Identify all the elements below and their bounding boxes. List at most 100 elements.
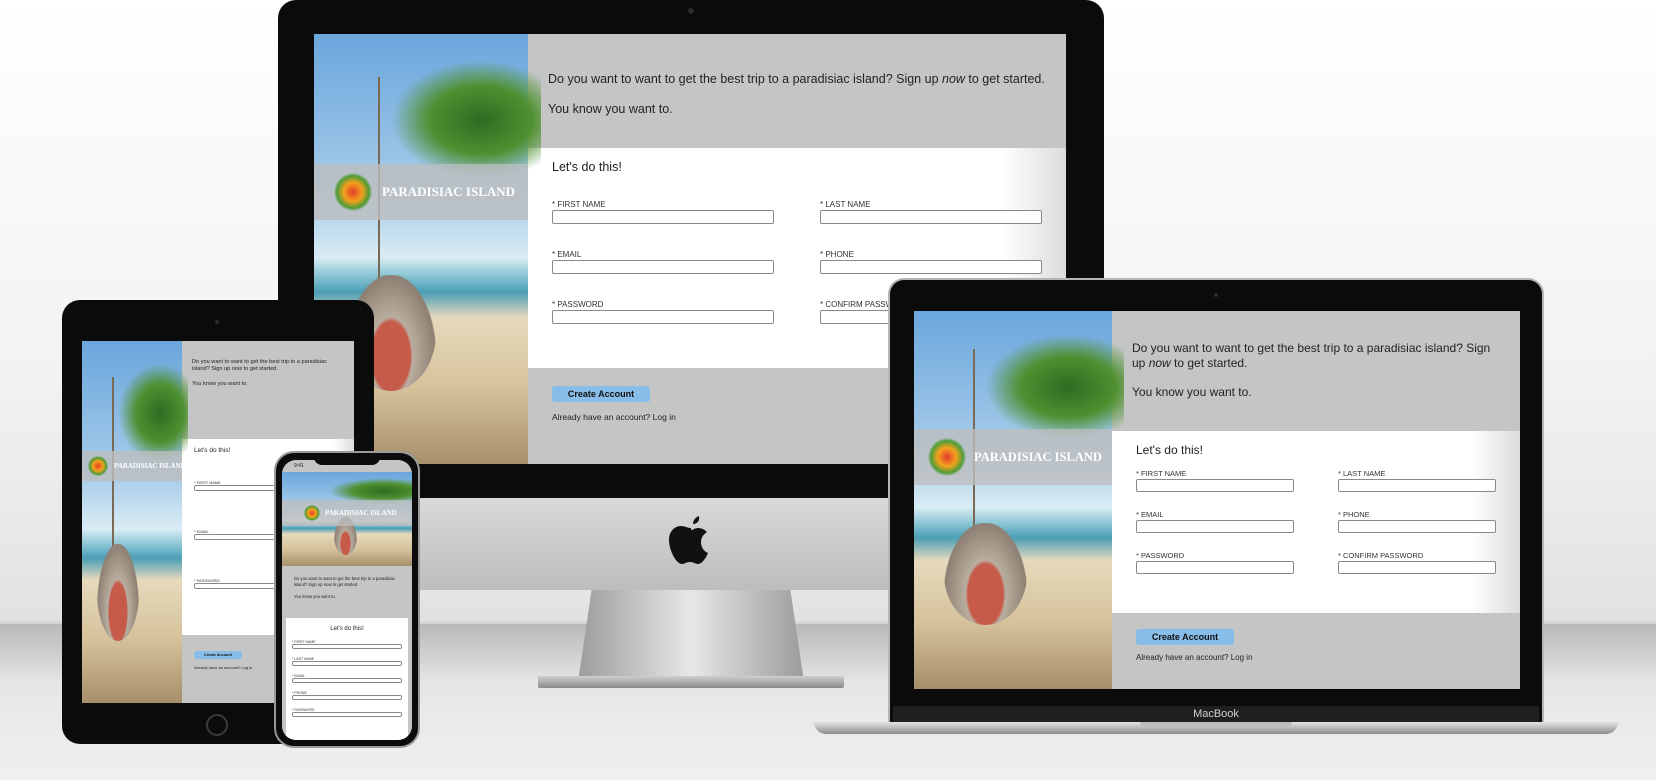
first-name-field: * FIRST NAME bbox=[552, 200, 774, 224]
first-name-input[interactable] bbox=[1136, 479, 1294, 492]
intro-line1-end: to get started. bbox=[331, 582, 359, 587]
email-input[interactable] bbox=[292, 678, 402, 683]
last-name-label: * LAST NAME bbox=[820, 200, 871, 209]
intro-line1-end: to get started. bbox=[242, 366, 278, 372]
hanging-chair bbox=[943, 522, 1027, 625]
signup-form: Let's do this! * FIRST NAME * LAST NAME … bbox=[286, 618, 408, 740]
brand-name: PARADISIAC ISLAND bbox=[114, 462, 186, 470]
intro-emphasis: now bbox=[1148, 356, 1171, 370]
island-logo-icon bbox=[928, 438, 966, 476]
first-name-label: * FIRST NAME bbox=[1136, 469, 1187, 478]
phone-input[interactable] bbox=[292, 695, 402, 700]
last-name-input[interactable] bbox=[292, 661, 402, 666]
brand-name: PARADISIAC ISLAND bbox=[974, 449, 1102, 464]
intro-emphasis: now bbox=[231, 366, 243, 372]
intro-line1-end: to get started. bbox=[964, 72, 1045, 86]
iphone-notch bbox=[314, 455, 380, 465]
password-field: * PASSWORD bbox=[292, 708, 402, 717]
form-footer: Create Account Already have an account? … bbox=[1112, 613, 1520, 676]
signup-form: Let's do this! * FIRST NAME * LAST NAME … bbox=[1112, 431, 1520, 613]
imac-stand-foot bbox=[538, 676, 844, 688]
imac-camera bbox=[688, 8, 694, 14]
phone-field: * PHONE bbox=[1338, 510, 1496, 533]
email-field: * EMAIL bbox=[194, 529, 283, 540]
macbook-label: MacBook bbox=[893, 706, 1539, 722]
confirm-password-input[interactable] bbox=[1338, 561, 1496, 574]
brand-name: PARADISIAC ISLAND bbox=[382, 184, 516, 199]
intro-text: Do you want to want to get the best trip… bbox=[182, 341, 354, 439]
phone-input[interactable] bbox=[1338, 520, 1496, 533]
intro-text: Do you want to want to get the best trip… bbox=[1112, 311, 1520, 431]
email-field: * EMAIL bbox=[1136, 510, 1294, 533]
hero-image: PARADISIAC ISLAND bbox=[282, 472, 412, 566]
palm-leaves bbox=[985, 333, 1124, 440]
confirm-password-label: * CONFIRM PASSWORD bbox=[1338, 551, 1424, 560]
island-logo-icon bbox=[88, 456, 108, 476]
email-label: * EMAIL bbox=[552, 250, 582, 259]
intro-line2: You know you want to. bbox=[294, 594, 336, 599]
first-name-input[interactable] bbox=[194, 485, 283, 491]
form-heading: Let's do this! bbox=[552, 160, 622, 174]
phone-field: * PHONE bbox=[820, 250, 1042, 274]
password-input[interactable] bbox=[194, 583, 283, 589]
email-label: * EMAIL bbox=[1136, 510, 1164, 519]
password-field: * PASSWORD bbox=[552, 300, 774, 324]
email-input[interactable] bbox=[552, 260, 774, 274]
intro-text: Do you want to want to get the best trip… bbox=[528, 34, 1066, 148]
iphone-screen: 9:41 PARADISIAC ISLAND Do you want to wa… bbox=[282, 460, 412, 740]
intro-line2: You know you want to. bbox=[1132, 385, 1252, 399]
email-field: * EMAIL bbox=[292, 674, 402, 683]
first-name-label: * FIRST NAME bbox=[552, 200, 606, 209]
macbook-notch bbox=[1140, 722, 1292, 727]
first-name-field: * FIRST NAME bbox=[1136, 469, 1294, 492]
brand-band: PARADISIAC ISLAND bbox=[82, 451, 186, 481]
intro-text: Do you want to want to get the best trip… bbox=[282, 570, 412, 606]
last-name-field: * LAST NAME bbox=[292, 657, 402, 666]
brand-band: PARADISIAC ISLAND bbox=[314, 164, 528, 220]
first-name-input[interactable] bbox=[552, 210, 774, 224]
phone-label: * PHONE bbox=[820, 250, 854, 259]
macbook-screen: PARADISIAC ISLAND Do you want to want to… bbox=[914, 311, 1520, 689]
palm-leaves bbox=[391, 59, 541, 181]
brand-name: PARADISIAC ISLAND bbox=[325, 509, 397, 517]
password-field: * PASSWORD bbox=[1136, 551, 1294, 574]
macbook-camera bbox=[1214, 293, 1218, 297]
island-logo-icon bbox=[304, 505, 320, 521]
ipad-home-button bbox=[206, 714, 228, 736]
password-field: * PASSWORD bbox=[194, 578, 283, 589]
ipad-camera bbox=[215, 320, 219, 324]
confirm-password-field: * CONFIRM PASSWORD bbox=[1338, 551, 1496, 574]
password-input[interactable] bbox=[292, 712, 402, 717]
email-input[interactable] bbox=[194, 534, 283, 540]
intro-line2: You know you want to. bbox=[548, 102, 673, 116]
email-input[interactable] bbox=[1136, 520, 1294, 533]
last-name-field: * LAST NAME bbox=[820, 200, 1042, 224]
form-heading: Let's do this! bbox=[330, 626, 364, 632]
password-input[interactable] bbox=[552, 310, 774, 324]
signup-content: Do you want to want to get the best trip… bbox=[1112, 311, 1520, 689]
password-input[interactable] bbox=[1136, 561, 1294, 574]
phone-input[interactable] bbox=[820, 260, 1042, 274]
hero-image: PARADISIAC ISLAND bbox=[82, 341, 188, 703]
phone-field: * PHONE bbox=[292, 691, 402, 700]
login-link[interactable]: Already have an account? Log in bbox=[1136, 653, 1496, 662]
hero-image: PARADISIAC ISLAND bbox=[914, 311, 1124, 689]
first-name-field: * FIRST NAME bbox=[292, 640, 402, 649]
brand-band: PARADISIAC ISLAND bbox=[282, 500, 412, 526]
brand-band: PARADISIAC ISLAND bbox=[914, 429, 1112, 485]
create-account-button[interactable]: Create Account bbox=[194, 651, 242, 659]
form-heading: Let's do this! bbox=[1136, 443, 1203, 457]
first-name-field: * FIRST NAME bbox=[194, 480, 283, 491]
first-name-input[interactable] bbox=[292, 644, 402, 649]
intro-emphasis: now bbox=[942, 72, 965, 86]
last-name-field: * LAST NAME bbox=[1338, 469, 1496, 492]
palm-leaves bbox=[118, 362, 188, 465]
create-account-button[interactable]: Create Account bbox=[1136, 629, 1234, 645]
intro-line1: Do you want to want to get the best trip… bbox=[548, 72, 942, 86]
last-name-input[interactable] bbox=[820, 210, 1042, 224]
intro-line1-end: to get started. bbox=[1170, 356, 1248, 370]
password-label: * PASSWORD bbox=[1136, 551, 1185, 560]
last-name-input[interactable] bbox=[1338, 479, 1496, 492]
create-account-button[interactable]: Create Account bbox=[552, 386, 650, 402]
imac-stand bbox=[578, 590, 804, 682]
